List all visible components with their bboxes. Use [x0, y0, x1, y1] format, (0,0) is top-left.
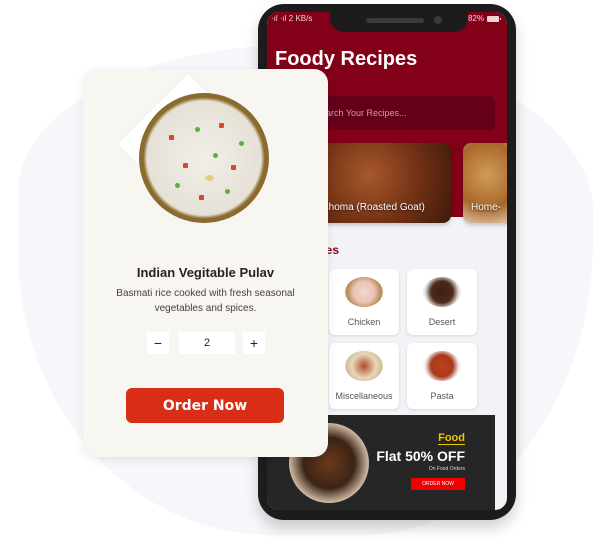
desert-image	[423, 277, 461, 307]
battery-icon	[487, 15, 501, 22]
category-label: Pasta	[430, 391, 454, 401]
phone-notch	[330, 12, 468, 32]
quantity-decrease-button[interactable]: −	[147, 332, 169, 354]
camera-icon	[434, 16, 442, 24]
category-label: Desert	[428, 317, 456, 327]
pasta-image	[423, 351, 461, 381]
category-tile-pasta[interactable]: Pasta	[407, 343, 477, 409]
product-name: Indian Vegitable Pulav	[136, 265, 275, 280]
promo-subtext: On Food Orders	[428, 466, 465, 472]
product-card: Indian Vegitable Pulav Basmati rice cook…	[83, 69, 328, 457]
category-label: Miscellaneous	[335, 391, 393, 401]
promo-tag: Food	[438, 432, 465, 445]
speaker-icon	[366, 18, 424, 23]
tacos-image	[345, 351, 383, 381]
pulav-image	[139, 93, 269, 223]
category-label: Chicken	[347, 317, 381, 327]
status-signal: ·ıl ·ıl 2 KB/s	[271, 14, 313, 23]
product-description: Basmati rice cooked with fresh seasonal …	[116, 288, 295, 314]
app-title: Foody Recipes	[275, 48, 418, 70]
promo-headline: Flat 50% OFF	[376, 448, 465, 464]
quantity-input[interactable]	[179, 332, 235, 354]
order-now-button[interactable]: Order Now	[126, 388, 284, 423]
category-tile-miscellaneous[interactable]: Miscellaneous	[329, 343, 399, 409]
chicken-image	[345, 277, 383, 307]
quantity-increase-button[interactable]: +	[243, 332, 265, 354]
recipe-card[interactable]: Home-	[463, 143, 507, 223]
category-tile-desert[interactable]: Desert	[407, 269, 477, 335]
status-battery: 82%	[467, 14, 501, 23]
promo-order-button[interactable]: ORDER NOW	[411, 478, 465, 490]
battery-percent: 82%	[467, 14, 484, 23]
recipe-name: Home-	[471, 202, 502, 213]
category-tile-chicken[interactable]: Chicken	[329, 269, 399, 335]
